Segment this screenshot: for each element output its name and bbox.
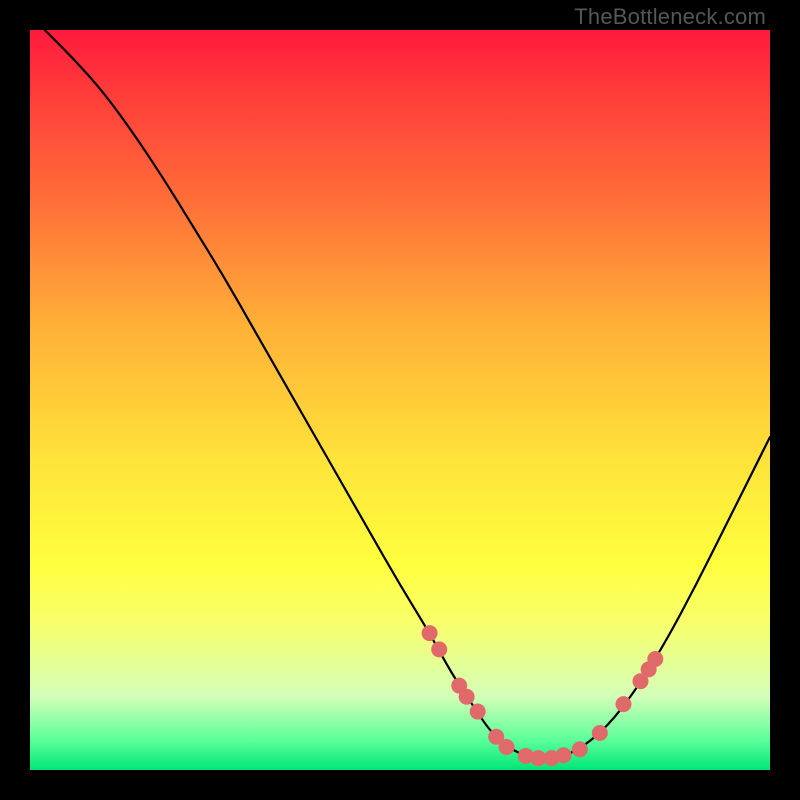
marker-dot: [647, 651, 663, 667]
watermark-text: TheBottleneck.com: [574, 4, 766, 30]
marker-dot: [499, 739, 515, 755]
chart-svg: [30, 30, 770, 770]
bottleneck-curve: [45, 30, 770, 758]
marker-dot: [431, 641, 447, 657]
marker-dot: [459, 689, 475, 705]
marker-dot: [470, 704, 486, 720]
marker-dot: [422, 625, 438, 641]
marker-dot: [592, 725, 608, 741]
highlight-points: [422, 625, 664, 766]
marker-dot: [615, 696, 631, 712]
marker-dot: [572, 741, 588, 757]
marker-dot: [556, 747, 572, 763]
